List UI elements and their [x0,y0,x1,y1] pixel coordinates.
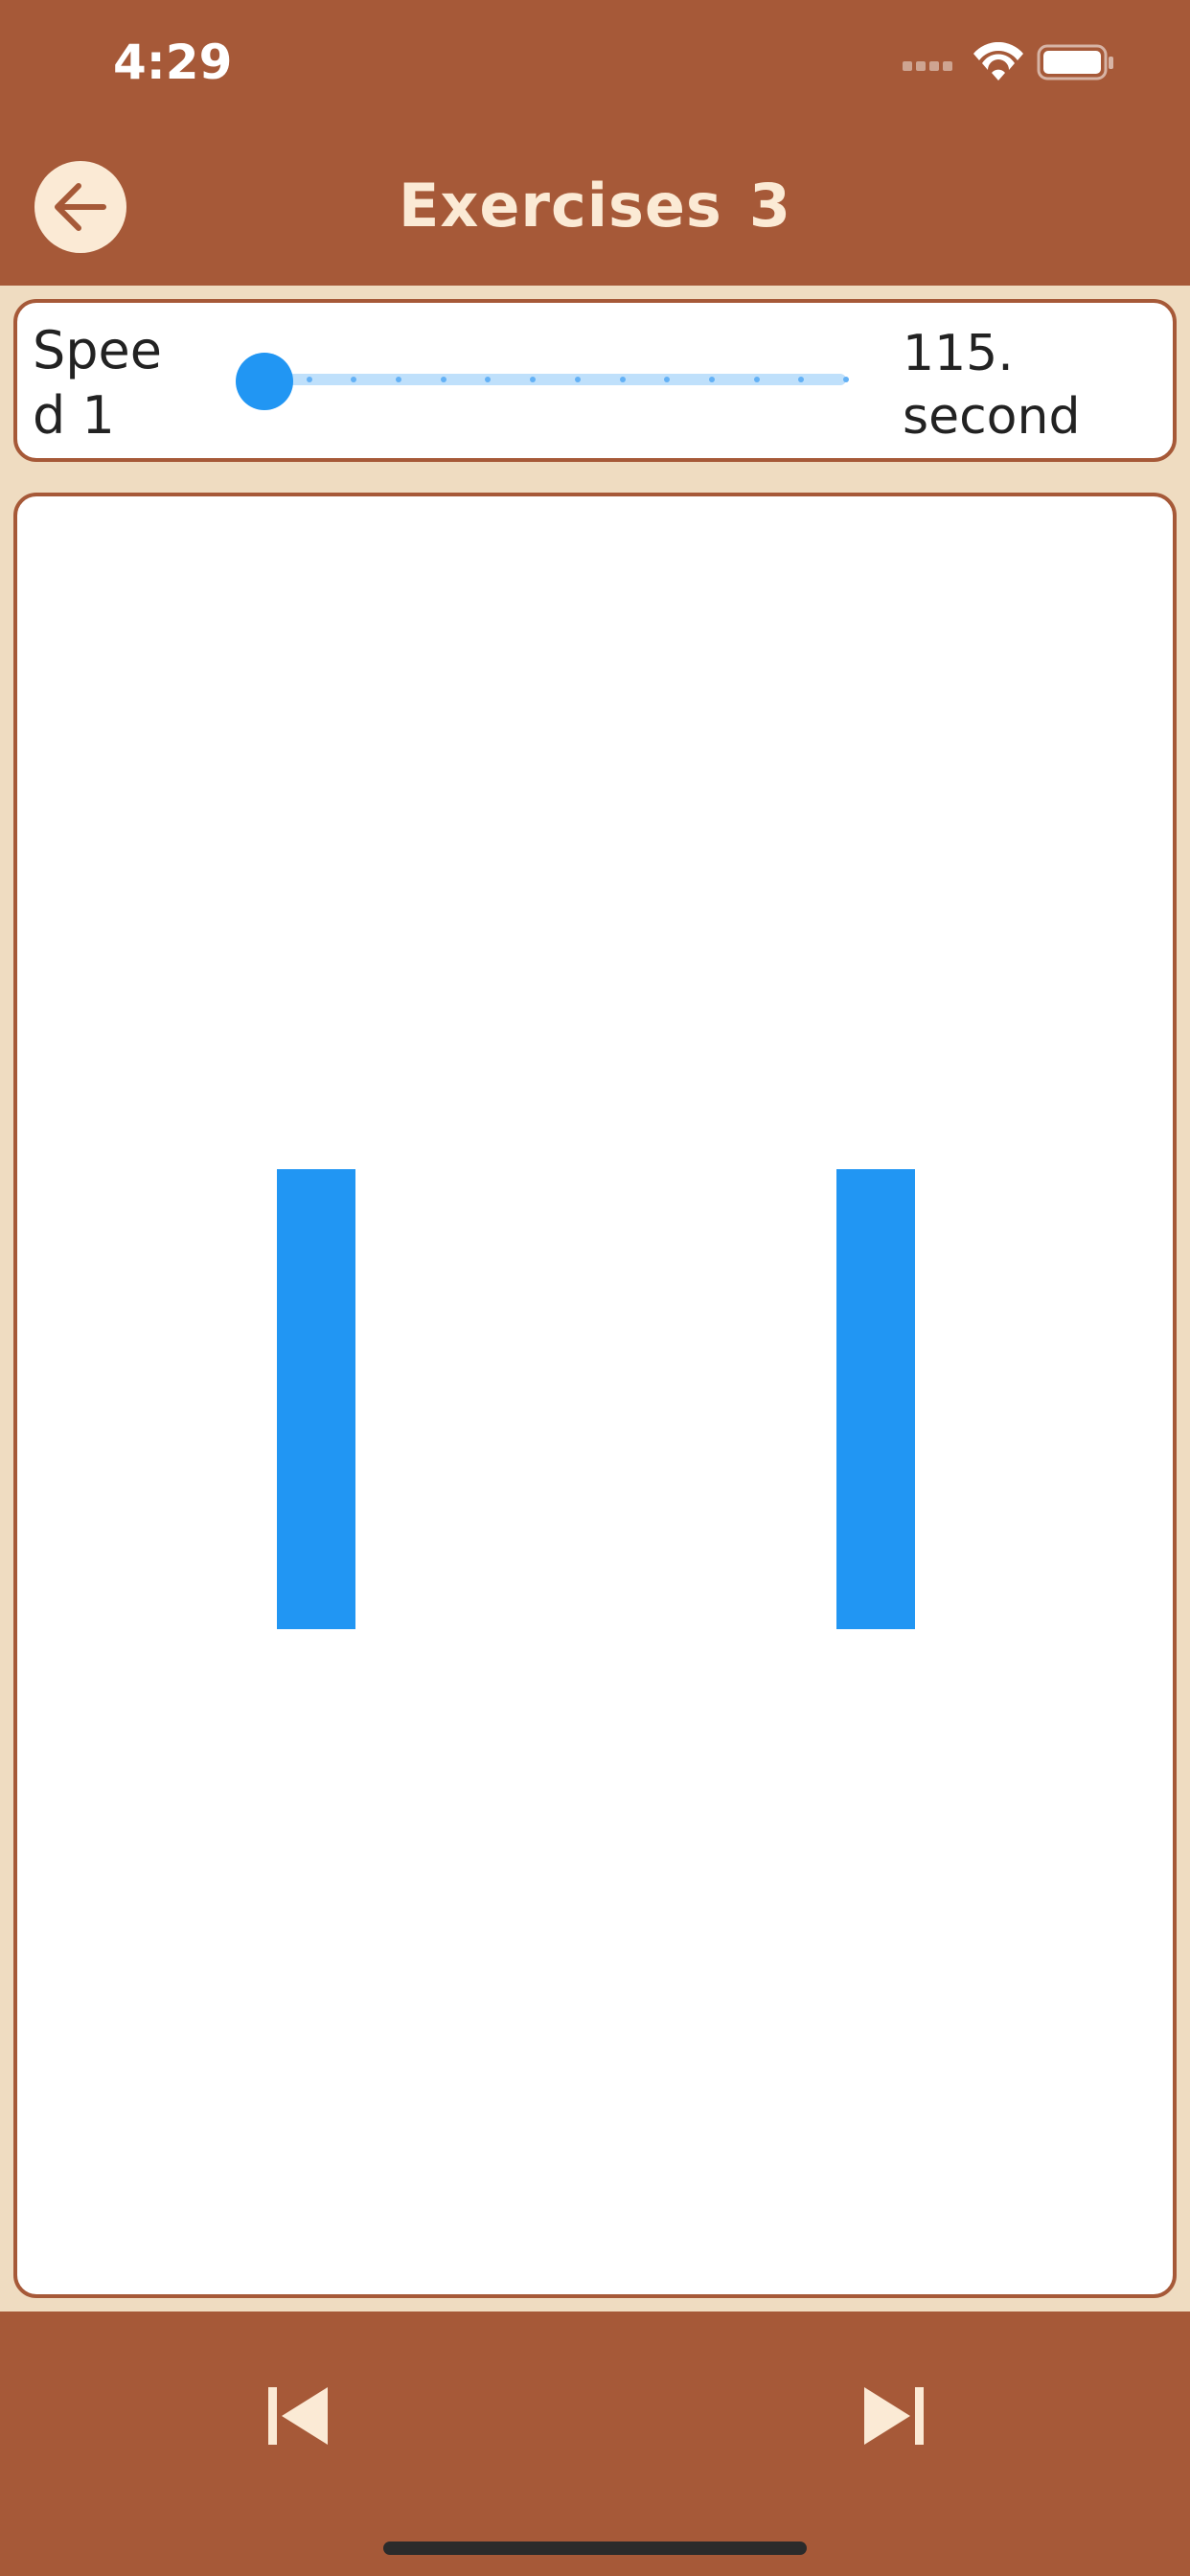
slider-tick [619,377,626,382]
slider-tick [843,377,849,382]
previous-button[interactable] [255,2373,341,2459]
slider-tick [306,377,312,382]
page-title: Exercises 3 [0,171,1190,241]
wifi-icon [973,41,1023,80]
next-button[interactable] [851,2373,937,2459]
speed-panel: Speed 1 115. second [13,299,1177,462]
skip-previous-icon [268,2387,328,2445]
exercise-bar-left [277,1169,355,1629]
speed-slider[interactable] [228,345,860,414]
slider-tick [574,377,581,382]
slider-tick [440,377,446,382]
skip-next-icon [864,2387,924,2445]
slider-thumb[interactable] [236,353,293,410]
cellular-signal-icon [903,61,952,71]
slider-tick [753,377,760,382]
exercise-bar-right [836,1169,915,1629]
home-indicator [383,2542,807,2555]
exercise-area [13,493,1177,2298]
exercise-number: 3 [748,171,791,241]
status-time: 4:29 [113,34,233,90]
footer-controls [0,2312,1190,2576]
battery-icon [1037,44,1113,80]
title-text: Exercises [399,171,722,241]
speed-label: Speed 1 [33,320,162,446]
duration-label: 115. second [903,325,1081,446]
status-icons [903,41,1133,84]
slider-tick [708,377,715,382]
app-header: 4:29 Exercises 3 [0,0,1190,286]
